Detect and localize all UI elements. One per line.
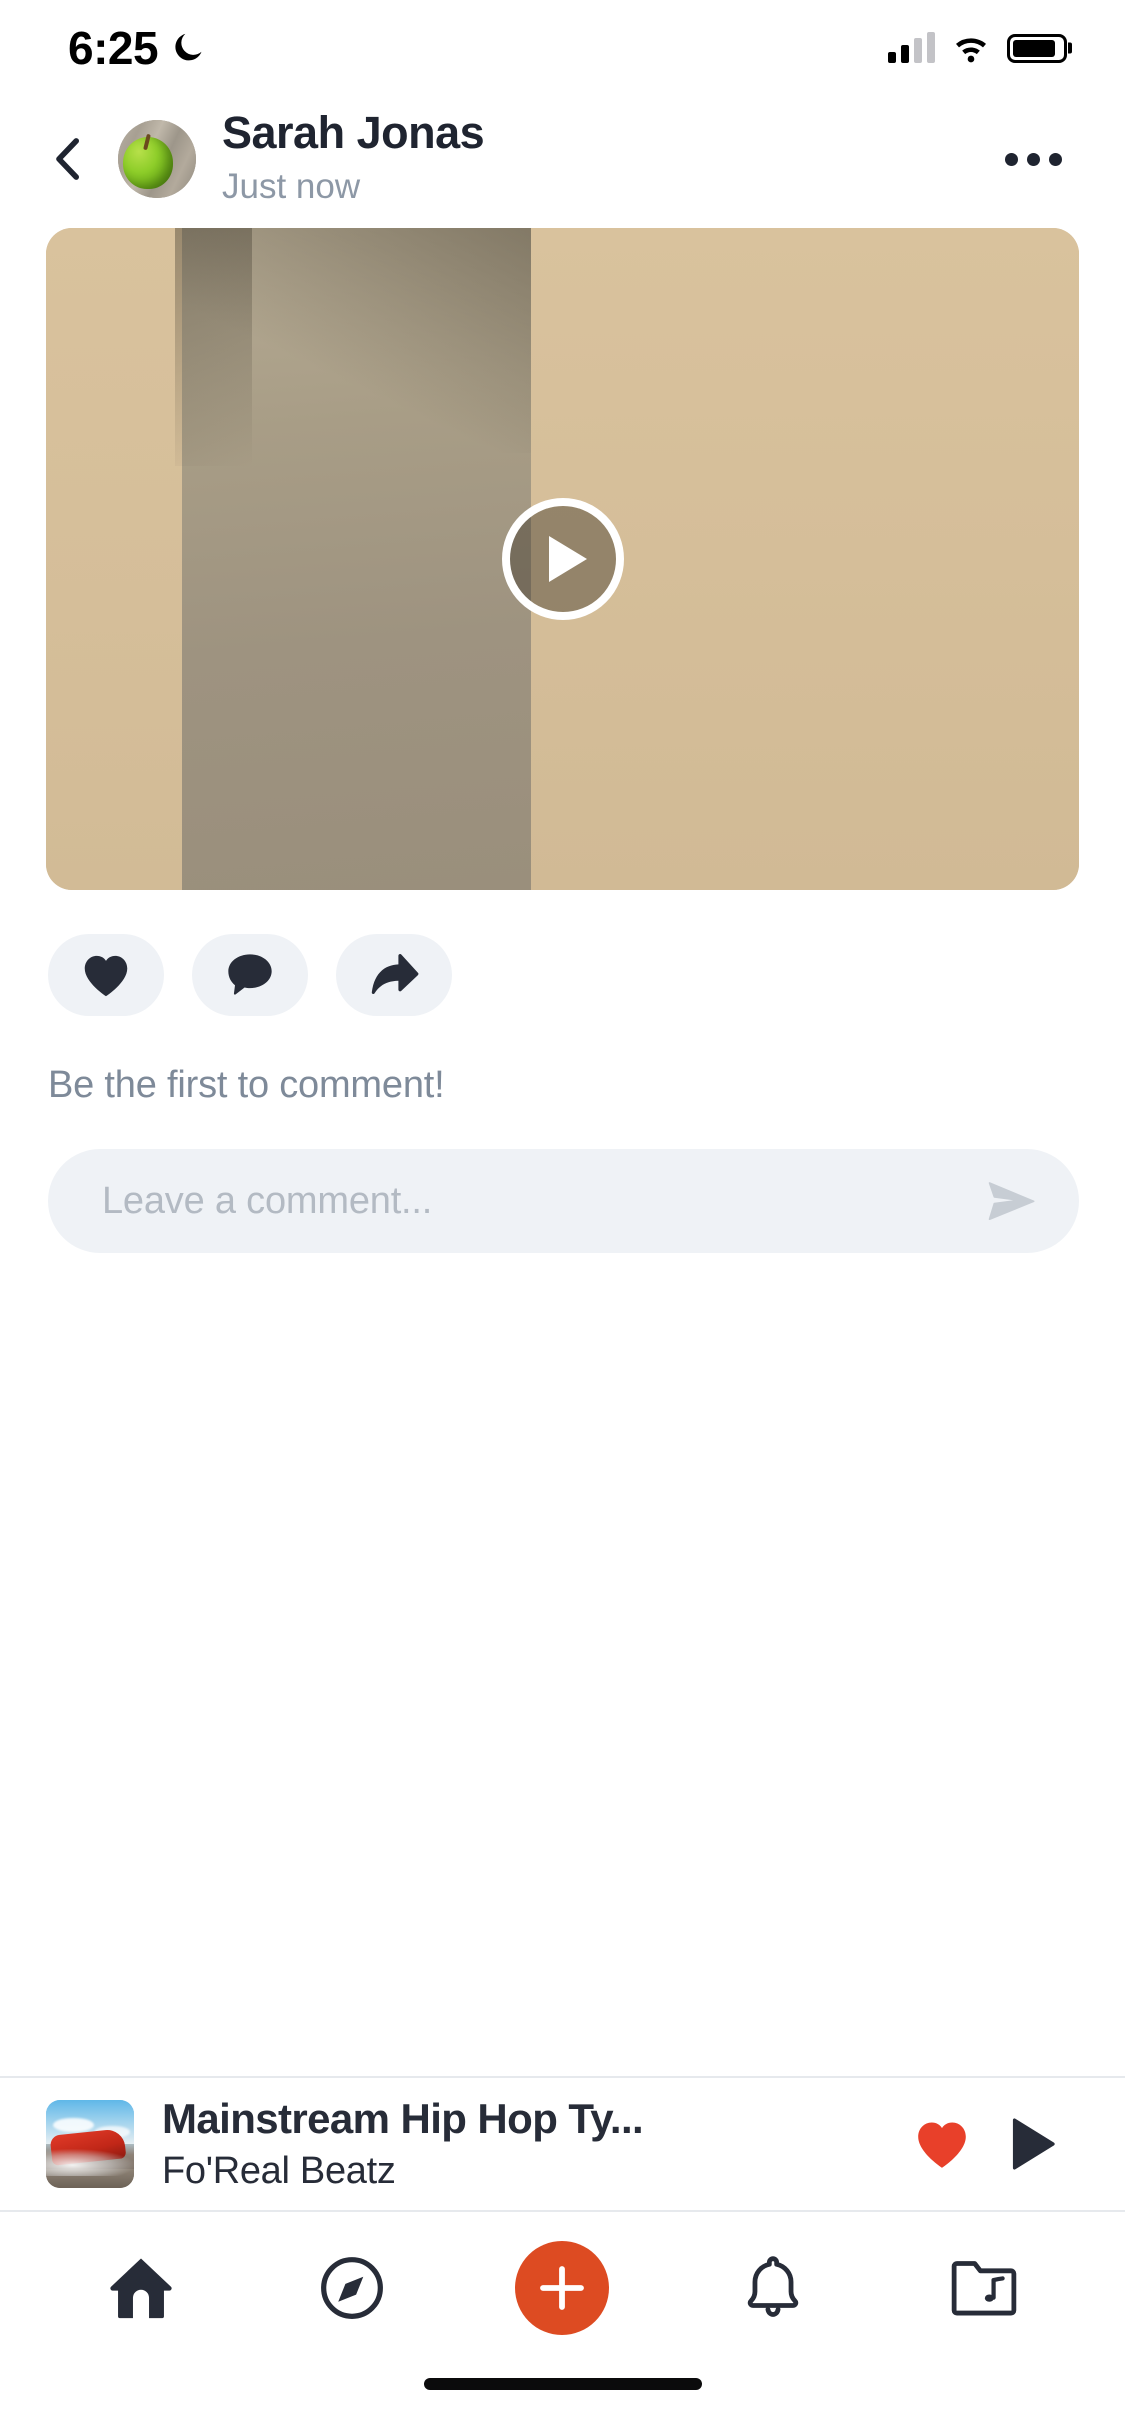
status-bar-left: 6:25: [68, 25, 206, 71]
post-media-container: [0, 228, 1125, 890]
crescent-moon-icon: [175, 33, 202, 61]
post-author-block: Sarah Jonas Just now: [222, 108, 997, 210]
ellipsis-horizontal-icon: [1004, 152, 1018, 166]
nav-item-home[interactable]: [36, 2255, 247, 2321]
music-folder-icon: [951, 2261, 1016, 2316]
nav-item-library[interactable]: [878, 2257, 1089, 2319]
home-icon: [110, 2258, 172, 2319]
author-name[interactable]: Sarah Jonas: [222, 108, 997, 158]
comment-input-container[interactable]: [48, 1149, 1079, 1253]
heart-filled-icon: [84, 955, 128, 997]
track-play-button[interactable]: [985, 2115, 1081, 2173]
nav-item-create[interactable]: [457, 2241, 668, 2335]
bell-icon: [747, 2256, 799, 2317]
send-paper-plane-icon[interactable]: [987, 1179, 1037, 1223]
avatar[interactable]: [118, 120, 196, 198]
battery-icon: [1007, 33, 1067, 63]
nav-item-notifications[interactable]: [668, 2254, 879, 2322]
plus-icon: [540, 2266, 585, 2310]
album-art-smoke: [46, 2149, 134, 2176]
video-pane-left: [46, 228, 183, 890]
status-time: 6:25: [68, 22, 159, 74]
nav-item-discover[interactable]: [247, 2255, 458, 2321]
more-options-button[interactable]: [997, 123, 1069, 195]
play-triangle-icon: [1012, 2118, 1055, 2170]
track-like-button[interactable]: [899, 2118, 985, 2170]
post-actions: [0, 890, 1125, 1016]
post-header: Sarah Jonas Just now: [0, 96, 1125, 222]
album-art[interactable]: [46, 2100, 134, 2188]
speech-bubble-icon: [228, 954, 272, 995]
wifi-icon: [956, 38, 986, 63]
share-arrow-icon: [371, 954, 419, 994]
post-timestamp: Just now: [222, 167, 361, 207]
play-circle-icon[interactable]: [501, 498, 624, 620]
album-art-cloud: [53, 2117, 94, 2132]
now-playing-bar[interactable]: Mainstream Hip Hop Ty... Fo'Real Beatz: [0, 2076, 1125, 2212]
video-thumbnail[interactable]: [46, 228, 1079, 890]
chevron-left-icon: [56, 138, 80, 180]
comment-button[interactable]: [192, 934, 308, 1016]
ellipsis-dot-2: [1026, 152, 1040, 166]
back-button[interactable]: [36, 127, 100, 191]
comment-composer: [0, 1107, 1125, 1253]
heart-filled-icon: [918, 2122, 966, 2168]
video-pane-center: [175, 228, 532, 890]
play-triangle: [548, 536, 587, 582]
now-playing-text: Mainstream Hip Hop Ty... Fo'Real Beatz: [162, 2094, 899, 2194]
home-indicator-area: [0, 2364, 1125, 2436]
comment-input[interactable]: [102, 1179, 987, 1223]
status-bar: 6:25: [0, 0, 1125, 96]
bottom-navigation: [0, 2212, 1125, 2364]
track-title[interactable]: Mainstream Hip Hop Ty...: [162, 2094, 899, 2144]
status-bar-right: [888, 32, 1067, 63]
cellular-signal-icon: [888, 32, 935, 63]
create-post-button[interactable]: [515, 2241, 610, 2335]
track-artist[interactable]: Fo'Real Beatz: [162, 2148, 899, 2194]
share-button[interactable]: [336, 934, 452, 1016]
compass-icon: [320, 2257, 383, 2319]
ellipsis-dot-3: [1048, 152, 1062, 166]
like-button[interactable]: [48, 934, 164, 1016]
app-screen: 6:25 Sarah Jonas Just now Be the first t…: [0, 0, 1125, 2436]
empty-comments-message: Be the first to comment!: [48, 1064, 445, 1106]
home-indicator[interactable]: [423, 2378, 702, 2390]
